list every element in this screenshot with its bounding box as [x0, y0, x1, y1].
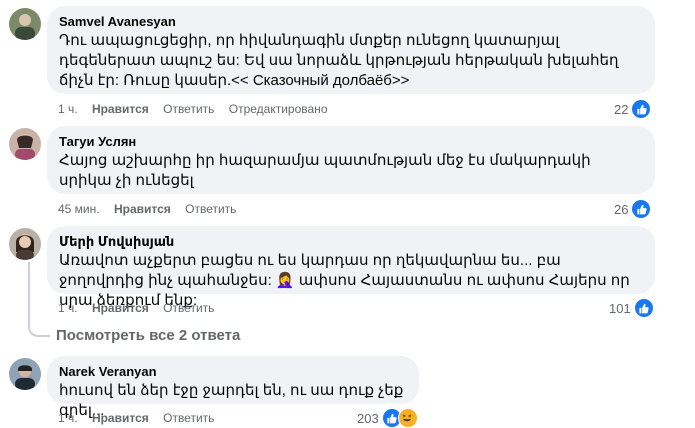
- reaction-count: 26: [614, 201, 629, 217]
- reaction-summary[interactable]: 26: [614, 199, 652, 219]
- comment-bubble: Samvel Avanesyan Դու ապացուցեցիր, որ հիվ…: [47, 6, 655, 94]
- reaction-summary[interactable]: 203: [357, 408, 418, 428]
- like-icon: [633, 298, 654, 318]
- comment-bubble: Narek Veranyan հուսով են ձեր էջը ջարդել …: [47, 356, 419, 419]
- reaction-count: 22: [614, 101, 629, 117]
- comment-author[interactable]: Մերի Մովսիսյան: [59, 234, 643, 250]
- view-replies-link[interactable]: Посмотреть все 2 ответа: [56, 327, 240, 345]
- reply-button[interactable]: Ответить: [163, 102, 214, 116]
- comment-time[interactable]: 1 ч.: [58, 102, 78, 116]
- like-button[interactable]: Нравится: [114, 202, 171, 216]
- thread-elbow: [28, 325, 50, 337]
- like-icon: [631, 99, 652, 119]
- comment-time[interactable]: 1 ч.: [58, 301, 78, 315]
- comment-author[interactable]: Samvel Avanesyan: [59, 14, 643, 30]
- comment-author[interactable]: Narek Veranyan: [59, 364, 407, 380]
- like-button[interactable]: Нравится: [92, 301, 149, 315]
- like-icon: [631, 199, 652, 219]
- reaction-summary[interactable]: 22: [614, 99, 652, 119]
- reply-button[interactable]: Ответить: [185, 202, 236, 216]
- reaction-count: 203: [357, 410, 379, 426]
- comment-meta: 1 ч. Нравится Ответить Отредактировано: [58, 101, 339, 117]
- comment-meta: 45 мин. Нравится Ответить: [58, 201, 247, 217]
- comment-bubble: Тагуи Услян Հայոց աշխարհը իր հազարամյա պ…: [47, 126, 655, 194]
- comment-meta: 1 ч. Нравится Ответить: [58, 410, 225, 426]
- haha-icon: [397, 408, 418, 428]
- avatar[interactable]: [9, 228, 41, 260]
- avatar[interactable]: [9, 128, 41, 160]
- comment-time[interactable]: 45 мин.: [58, 202, 100, 216]
- edited-label: Отредактировано: [228, 102, 328, 116]
- reaction-summary[interactable]: 101: [609, 298, 654, 318]
- like-button[interactable]: Нравится: [92, 102, 149, 116]
- comment-author[interactable]: Тагуи Услян: [59, 134, 643, 150]
- avatar[interactable]: [9, 8, 41, 40]
- comment-bubble: Մերի Մովսիսյան Առավոտ աչքերտ բացես ու ես…: [47, 226, 655, 309]
- thread-line: [28, 262, 30, 326]
- reply-button[interactable]: Ответить: [163, 301, 214, 315]
- comment-text: Դու ապացուցեցիր, որ հիվանդագին մտքեր ուն…: [59, 32, 619, 89]
- reaction-count: 101: [609, 300, 631, 316]
- comment-meta: 1 ч. Нравится Ответить: [58, 300, 225, 316]
- avatar[interactable]: [9, 358, 41, 390]
- comment-text: Հայոց աշխարհը իր հազարամյա պատմության մե…: [59, 152, 591, 189]
